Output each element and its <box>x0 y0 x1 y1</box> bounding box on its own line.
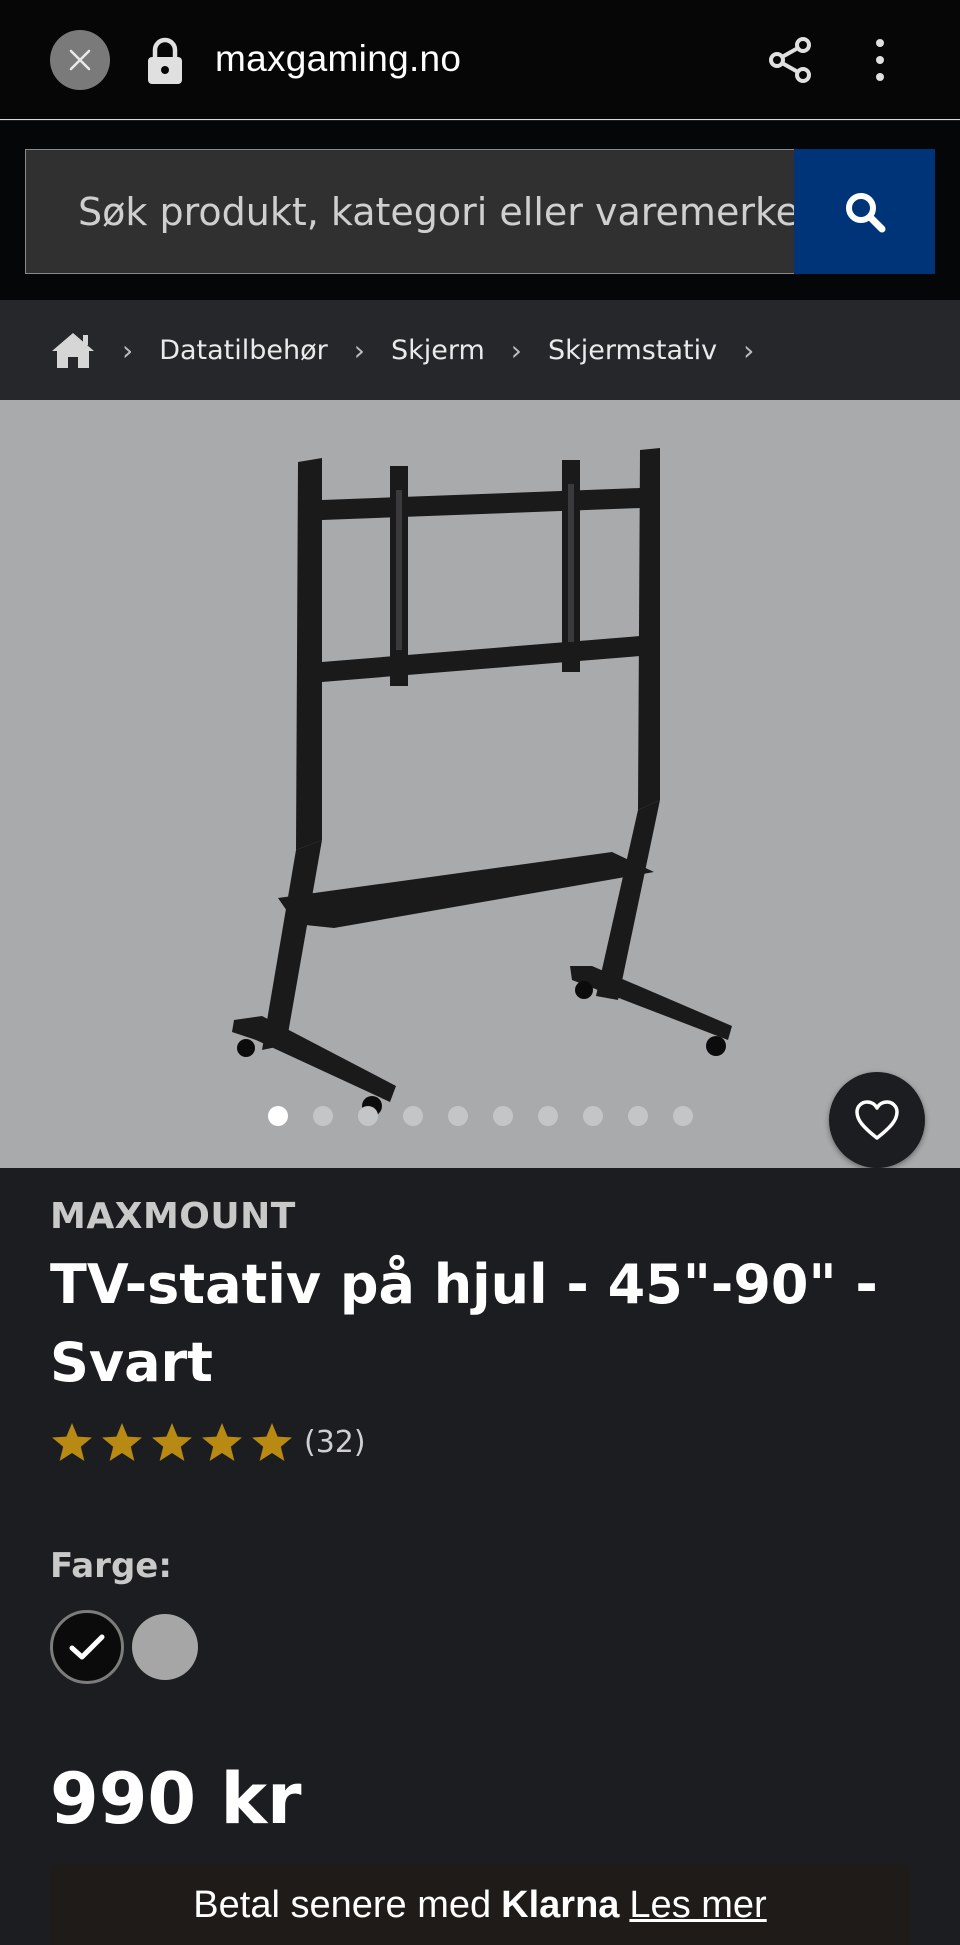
star-icon <box>202 1423 242 1461</box>
checkmark-icon <box>69 1634 105 1660</box>
breadcrumb-item-datatilbehor[interactable]: Datatilbehør <box>159 335 328 366</box>
close-tab-button[interactable] <box>50 30 110 90</box>
search-bar <box>0 121 960 300</box>
browser-url-bar: maxgaming.no <box>0 0 960 120</box>
home-icon[interactable] <box>50 330 96 370</box>
favorite-button[interactable] <box>829 1072 925 1168</box>
gallery-dot[interactable] <box>628 1106 648 1126</box>
share-icon[interactable] <box>765 35 815 85</box>
product-info: MAXMOUNT TV-stativ på hjul - 45"-90" - S… <box>0 1168 960 1945</box>
klarna-prefix: Betal senere med <box>193 1883 492 1926</box>
product-brand[interactable]: MAXMOUNT <box>50 1196 296 1237</box>
gallery-dot[interactable] <box>583 1106 603 1126</box>
search-button[interactable] <box>794 149 935 274</box>
gallery-pagination <box>268 1106 693 1126</box>
lock-icon <box>148 37 182 84</box>
heart-icon <box>855 1100 899 1140</box>
klarna-banner: Betal senere med Klarna Les mer <box>50 1865 910 1945</box>
color-swatch-grey[interactable] <box>132 1614 198 1680</box>
product-image <box>232 448 732 1116</box>
gallery-dot[interactable] <box>268 1106 288 1126</box>
gallery-dot[interactable] <box>358 1106 378 1126</box>
klarna-brand: Klarna <box>501 1883 620 1926</box>
product-rating[interactable]: (32) <box>50 1421 366 1463</box>
star-icon <box>52 1423 92 1461</box>
rating-count: (32) <box>304 1424 366 1460</box>
color-label: Farge: <box>50 1546 172 1586</box>
product-gallery[interactable] <box>0 400 960 1168</box>
close-icon <box>69 49 91 71</box>
chevron-right-icon: › <box>510 333 522 367</box>
star-icon <box>252 1423 292 1461</box>
gallery-dot[interactable] <box>403 1106 423 1126</box>
breadcrumb: › Datatilbehør › Skjerm › Skjermstativ › <box>0 300 960 400</box>
more-vertical-icon[interactable] <box>865 35 895 85</box>
breadcrumb-item-skjermstativ[interactable]: Skjermstativ <box>548 335 717 366</box>
chevron-right-icon: › <box>122 333 134 367</box>
search-icon <box>845 192 885 232</box>
gallery-dot[interactable] <box>493 1106 513 1126</box>
star-icon <box>102 1423 142 1461</box>
breadcrumb-item-skjerm[interactable]: Skjerm <box>391 335 485 366</box>
gallery-dot[interactable] <box>448 1106 468 1126</box>
gallery-dot[interactable] <box>313 1106 333 1126</box>
gallery-dot[interactable] <box>673 1106 693 1126</box>
search-input[interactable] <box>25 149 795 274</box>
color-swatch-black[interactable] <box>50 1610 124 1684</box>
star-icon <box>152 1423 192 1461</box>
klarna-read-more-link[interactable]: Les mer <box>629 1884 766 1927</box>
chevron-right-icon: › <box>353 333 365 367</box>
chevron-right-icon: › <box>743 333 755 367</box>
gallery-dot[interactable] <box>538 1106 558 1126</box>
product-price: 990 kr <box>50 1758 302 1840</box>
product-title: TV-stativ på hjul - 45"-90" - Svart <box>50 1253 878 1394</box>
url-text[interactable]: maxgaming.no <box>215 38 461 80</box>
